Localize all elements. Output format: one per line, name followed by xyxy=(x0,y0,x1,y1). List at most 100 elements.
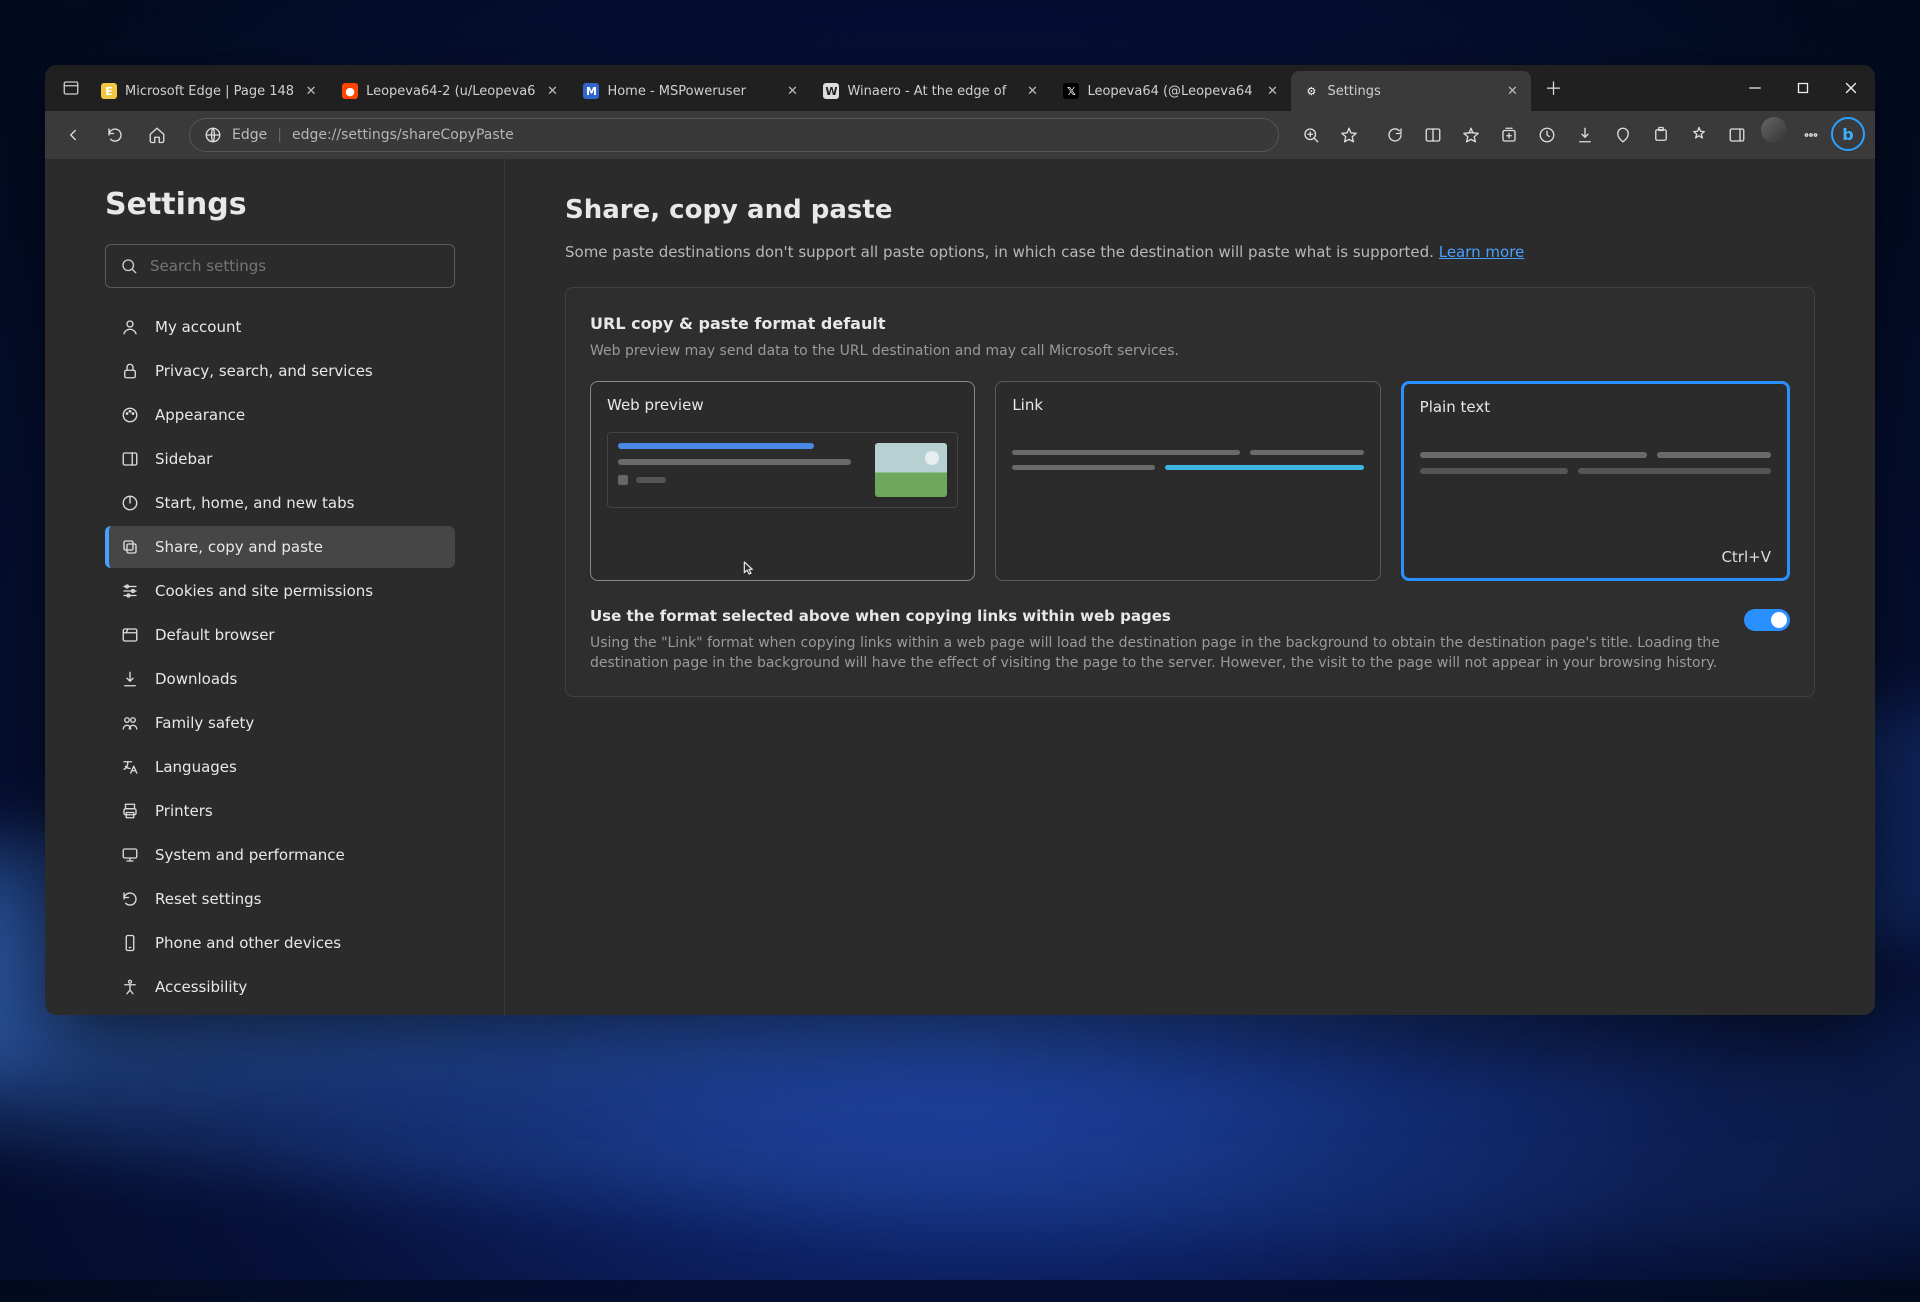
maximize-button[interactable] xyxy=(1779,65,1827,111)
refresh-button[interactable] xyxy=(97,117,133,153)
collections-icon[interactable] xyxy=(1491,117,1527,153)
close-tab-icon[interactable]: ✕ xyxy=(543,82,561,100)
close-tab-icon[interactable]: ✕ xyxy=(783,82,801,100)
search-settings[interactable] xyxy=(105,244,455,288)
history-icon[interactable] xyxy=(1529,117,1565,153)
sidebar-item[interactable]: Sidebar xyxy=(105,438,455,480)
sliders-icon xyxy=(121,582,139,600)
split-screen-icon[interactable] xyxy=(1415,117,1451,153)
format-cards: Web preview Link xyxy=(590,381,1790,581)
sidebar-item-label: Share, copy and paste xyxy=(155,538,323,556)
favorite-icon[interactable] xyxy=(1331,117,1367,153)
phone-icon xyxy=(121,934,139,952)
performance-icon[interactable] xyxy=(1681,117,1717,153)
sidebar-item[interactable]: Printers xyxy=(105,790,455,832)
sidebar-item-label: Reset settings xyxy=(155,890,262,908)
sidebar-item[interactable]: Privacy, search, and services xyxy=(105,350,455,392)
tab-actions-icon[interactable] xyxy=(53,65,89,111)
sidebar-item[interactable]: Default browser xyxy=(105,614,455,656)
more-menu-icon[interactable] xyxy=(1793,117,1829,153)
card-title: Link xyxy=(1012,396,1363,414)
close-tab-icon[interactable]: ✕ xyxy=(302,82,320,100)
site-identity-label: Edge xyxy=(232,127,267,143)
tab[interactable]: E Microsoft Edge | Page 148 ✕ xyxy=(89,71,330,111)
tab[interactable]: W Winaero - At the edge of ✕ xyxy=(811,71,1051,111)
url-format-panel: URL copy & paste format default Web prev… xyxy=(565,287,1815,697)
zoom-icon[interactable] xyxy=(1293,117,1329,153)
downloads-icon[interactable] xyxy=(1567,117,1603,153)
panel-icon xyxy=(121,450,139,468)
family-icon xyxy=(121,714,139,732)
tab[interactable]: M Home - MSPoweruser ✕ xyxy=(571,71,811,111)
sidebar-item[interactable]: Cookies and site permissions xyxy=(105,570,455,612)
settings-main: Share, copy and paste Some paste destina… xyxy=(505,159,1875,1015)
copy-format-toggle[interactable] xyxy=(1744,609,1790,631)
sidebar-item-label: Languages xyxy=(155,758,237,776)
new-tab-button[interactable]: ＋ xyxy=(1535,75,1571,101)
panel-sub: Web preview may send data to the URL des… xyxy=(590,343,1790,359)
sidebar-item[interactable]: Accessibility xyxy=(105,966,455,1008)
sidebar-item-label: System and performance xyxy=(155,846,345,864)
panel-title: URL copy & paste format default xyxy=(590,314,1790,333)
tab[interactable]: ⚙ Settings ✕ xyxy=(1291,71,1531,111)
card-title: Plain text xyxy=(1420,398,1771,416)
edge-bar-icon[interactable] xyxy=(1719,117,1755,153)
address-bar[interactable]: Edge | edge://settings/shareCopyPaste xyxy=(189,118,1279,152)
toggle-title: Use the format selected above when copyi… xyxy=(590,607,1724,625)
card-link[interactable]: Link xyxy=(995,381,1380,581)
sidebar-item[interactable]: My account xyxy=(105,306,455,348)
favicon-icon: M xyxy=(583,83,599,99)
card-web-preview[interactable]: Web preview xyxy=(590,381,975,581)
tab[interactable]: ● Leopeva64-2 (u/Leopeva6 ✕ xyxy=(330,71,571,111)
bing-chat-icon[interactable]: b xyxy=(1831,117,1865,151)
settings-sidebar: Settings My accountPrivacy, search, and … xyxy=(45,159,505,1015)
favicon-icon: E xyxy=(101,83,117,99)
sidebar-item[interactable]: Languages xyxy=(105,746,455,788)
sidebar-item[interactable]: Downloads xyxy=(105,658,455,700)
minimize-button[interactable] xyxy=(1731,65,1779,111)
back-button[interactable] xyxy=(55,117,91,153)
favicon-icon: W xyxy=(823,83,839,99)
sidebar-item-label: Family safety xyxy=(155,714,254,732)
sidebar-item[interactable]: Share, copy and paste xyxy=(105,526,455,568)
sidebar-item[interactable]: System and performance xyxy=(105,834,455,876)
favorites-hub-icon[interactable] xyxy=(1453,117,1489,153)
close-window-button[interactable] xyxy=(1827,65,1875,111)
close-tab-icon[interactable]: ✕ xyxy=(1023,82,1041,100)
sidebar-item[interactable]: Phone and other devices xyxy=(105,922,455,964)
learn-more-link[interactable]: Learn more xyxy=(1439,243,1525,261)
close-tab-icon[interactable]: ✕ xyxy=(1263,82,1281,100)
toggle-desc: Using the "Link" format when copying lin… xyxy=(590,633,1724,674)
tab-label: Microsoft Edge | Page 148 xyxy=(125,84,294,99)
tab[interactable]: 𝕏 Leopeva64 (@Leopeva64 ✕ xyxy=(1051,71,1291,111)
printer-icon xyxy=(121,802,139,820)
browser-essentials-icon[interactable] xyxy=(1605,117,1641,153)
window-controls xyxy=(1731,65,1875,111)
search-input[interactable] xyxy=(150,257,440,275)
sidebar-item-label: Accessibility xyxy=(155,978,247,996)
tab-label: Settings xyxy=(1327,84,1495,99)
favicon-icon: ● xyxy=(342,83,358,99)
card-plain-text[interactable]: Plain text Ctrl+V xyxy=(1401,381,1790,581)
user-icon xyxy=(121,318,139,336)
tab-label: Leopeva64 (@Leopeva64 xyxy=(1087,84,1255,99)
close-tab-icon[interactable]: ✕ xyxy=(1503,82,1521,100)
profile-avatar[interactable] xyxy=(1761,117,1787,143)
page-title: Share, copy and paste xyxy=(565,195,1815,225)
sidebar-item[interactable]: Start, home, and new tabs xyxy=(105,482,455,524)
download-icon xyxy=(121,670,139,688)
home-button[interactable] xyxy=(139,117,175,153)
sidebar-item-label: Default browser xyxy=(155,626,275,644)
sidebar-item[interactable]: Appearance xyxy=(105,394,455,436)
copy-icon xyxy=(121,538,139,556)
refresh-alt-icon[interactable] xyxy=(1377,117,1413,153)
sidebar-item-label: Appearance xyxy=(155,406,245,424)
lock-icon xyxy=(121,362,139,380)
lang-icon xyxy=(121,758,139,776)
settings-content: Settings My accountPrivacy, search, and … xyxy=(45,159,1875,1015)
system-icon xyxy=(121,846,139,864)
sidebar-item[interactable]: Family safety xyxy=(105,702,455,744)
extensions-icon[interactable] xyxy=(1643,117,1679,153)
url-text: edge://settings/shareCopyPaste xyxy=(292,127,514,143)
sidebar-item[interactable]: Reset settings xyxy=(105,878,455,920)
